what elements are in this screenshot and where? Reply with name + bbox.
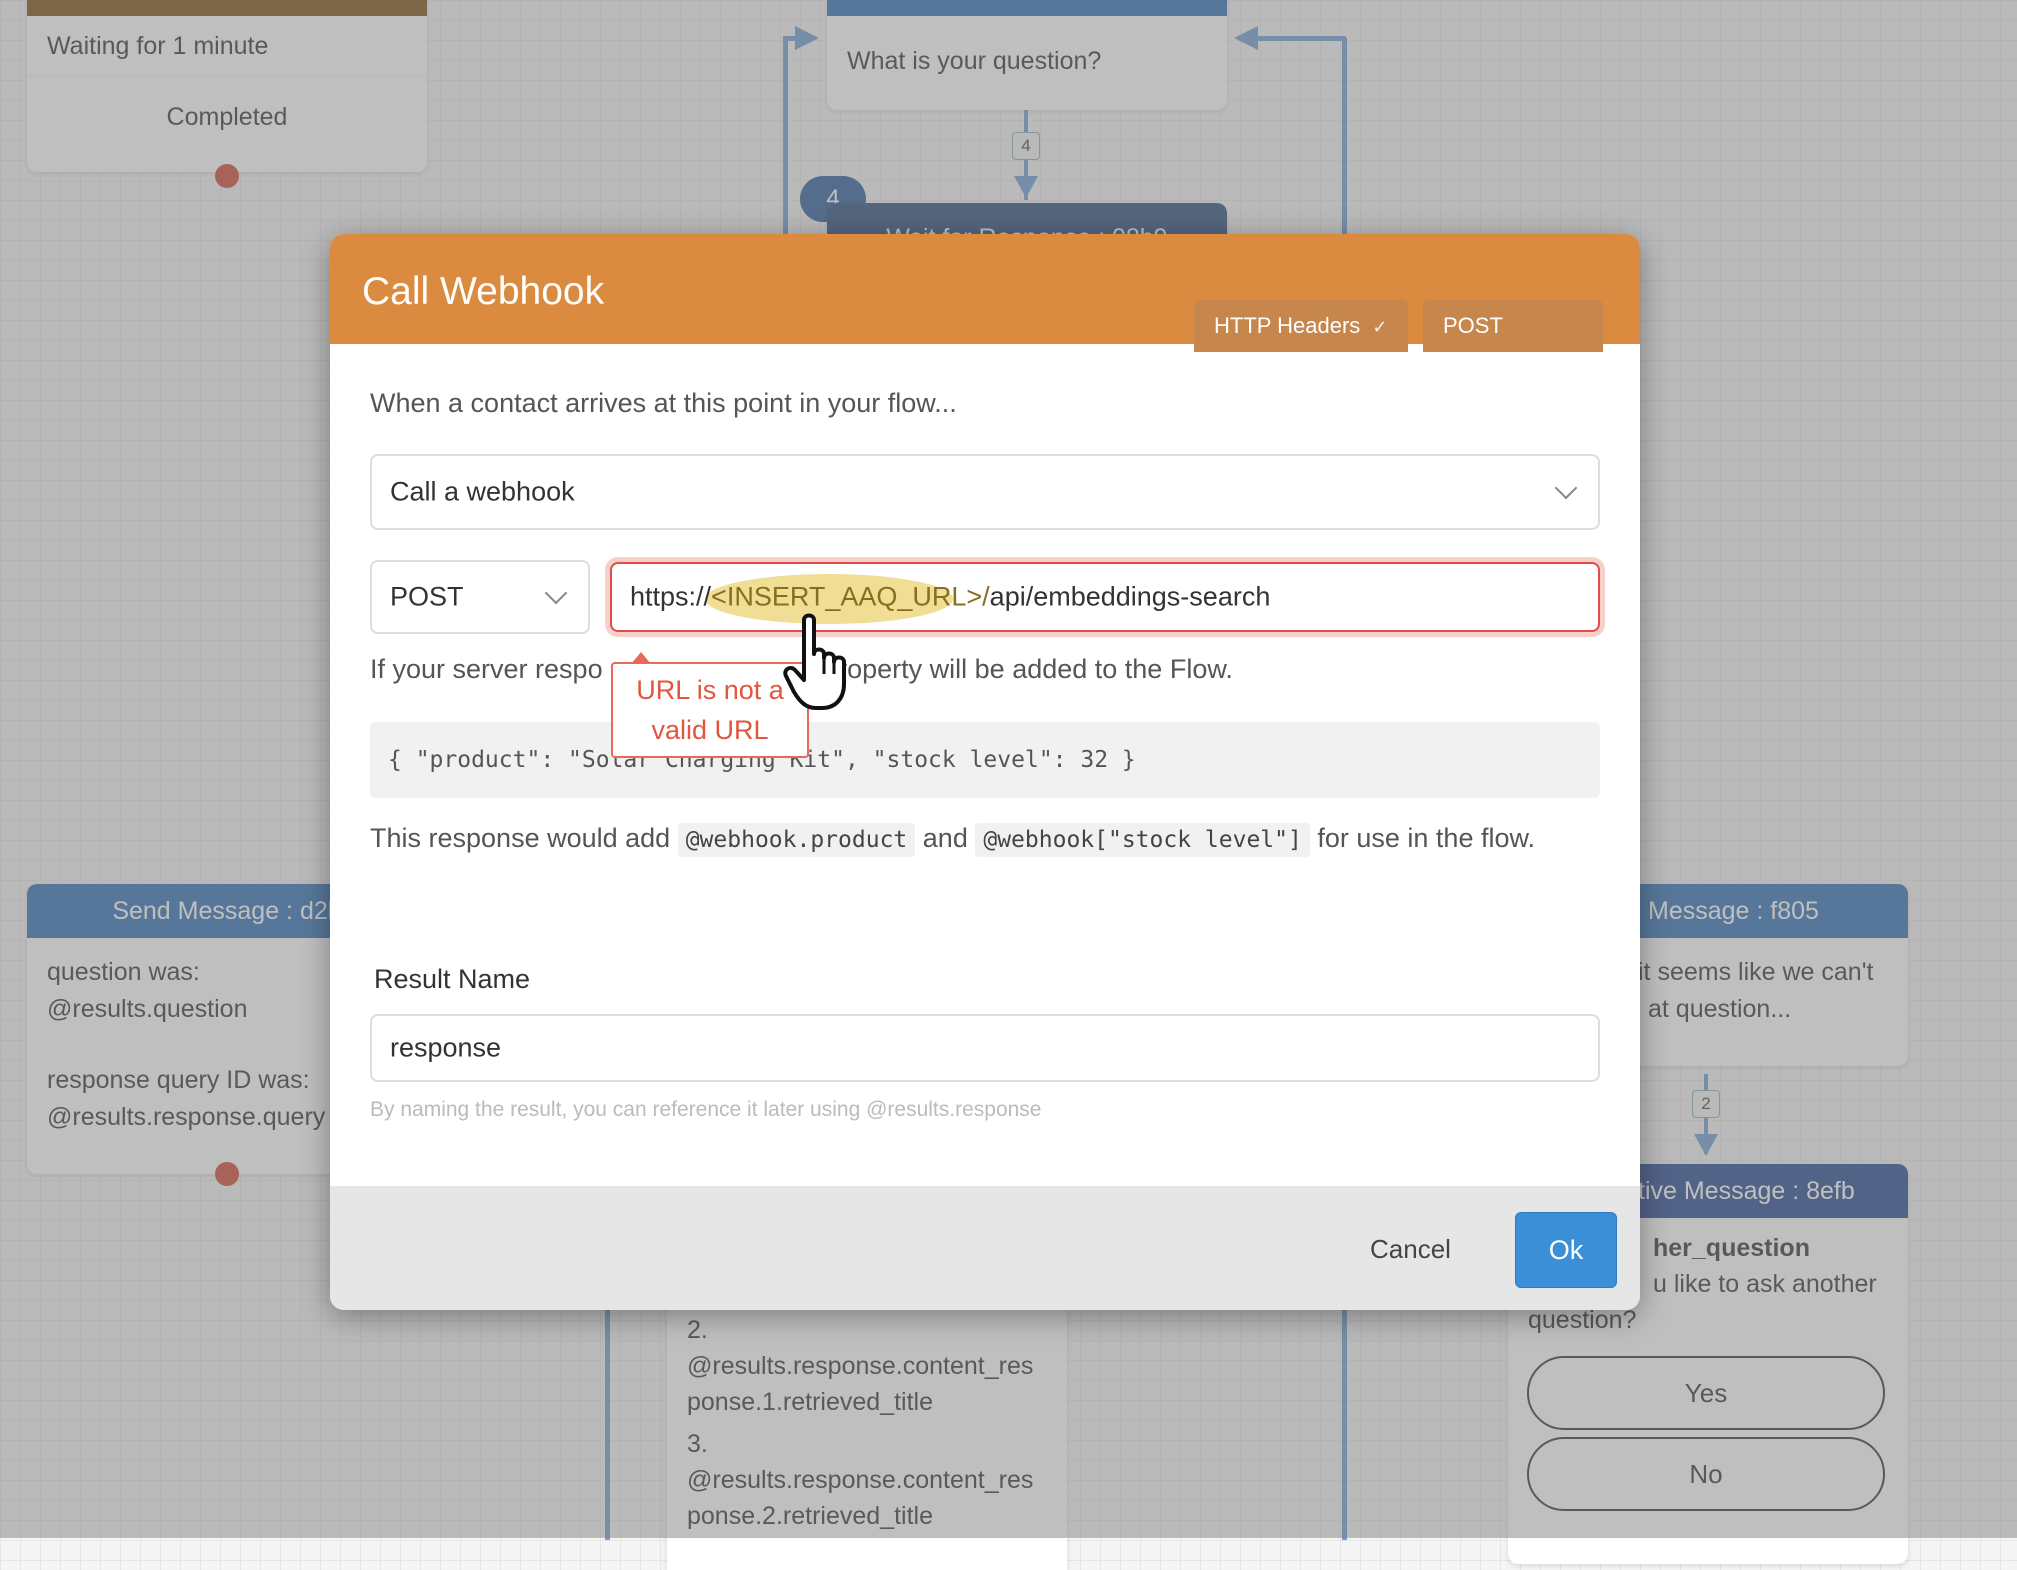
help-text-end: n property will be added to the Flow. — [800, 654, 1233, 684]
response-usage-text: This response would add @webhook.product… — [370, 818, 1610, 861]
url-error-tooltip: URL is not a valid URL — [611, 652, 809, 758]
method-select-value: POST — [390, 581, 464, 612]
url-prefix: https:// — [630, 581, 712, 612]
action-select[interactable]: Call a webhook — [370, 454, 1600, 530]
action-select-value: Call a webhook — [390, 476, 575, 507]
usage-text: and — [922, 823, 968, 853]
url-input-value: https://<INSERT_AAQ_URL>/api/embeddings-… — [630, 582, 1270, 613]
usage-text: This response would add — [370, 823, 671, 853]
method-select[interactable]: POST — [370, 560, 590, 634]
usage-text: for use in the flow. — [1317, 823, 1535, 853]
check-icon: ✓ — [1505, 369, 1521, 389]
hand-pointer-icon — [783, 613, 846, 710]
intro-text: When a contact arrives at this point in … — [370, 388, 957, 418]
code-snippet: @webhook.product — [677, 823, 916, 857]
url-placeholder: <INSERT_AAQ_URL>/ — [711, 581, 990, 612]
tab-http-headers[interactable]: HTTP Headers ✓ — [1194, 300, 1408, 352]
chevron-down-icon — [544, 581, 568, 605]
url-input[interactable]: https://<INSERT_AAQ_URL>/api/embeddings-… — [610, 562, 1600, 632]
check-icon: ✓ — [1372, 317, 1388, 337]
code-snippet: @webhook["stock level"] — [975, 823, 1310, 857]
error-line: URL is not a — [636, 675, 784, 705]
dialog-header: Call Webhook HTTP Headers ✓ POST Body ✓ — [330, 234, 1640, 390]
tab-label: POST Body — [1443, 313, 1503, 390]
url-suffix: api/embeddings-search — [989, 581, 1271, 612]
ok-button[interactable]: Ok — [1515, 1212, 1617, 1288]
error-line: valid URL — [651, 715, 769, 745]
call-webhook-dialog: Call Webhook HTTP Headers ✓ POST Body ✓ Wh… — [330, 234, 1640, 1310]
cancel-button[interactable]: Cancel — [1370, 1234, 1451, 1265]
result-name-input[interactable]: response — [370, 1014, 1600, 1082]
result-name-value: response — [390, 1032, 502, 1063]
tab-post-body[interactable]: POST Body ✓ — [1423, 300, 1603, 390]
chevron-down-icon — [1554, 476, 1578, 500]
response-example-code: { "product": "Solar Charging Kit", "stoc… — [370, 722, 1600, 798]
result-name-label: Result Name — [374, 964, 531, 994]
result-name-help: By naming the result, you can reference … — [370, 1098, 1042, 1121]
help-text-start: If your server respo — [370, 654, 603, 684]
tab-label: HTTP Headers — [1214, 313, 1361, 338]
dialog-title: Call Webhook — [362, 270, 605, 313]
